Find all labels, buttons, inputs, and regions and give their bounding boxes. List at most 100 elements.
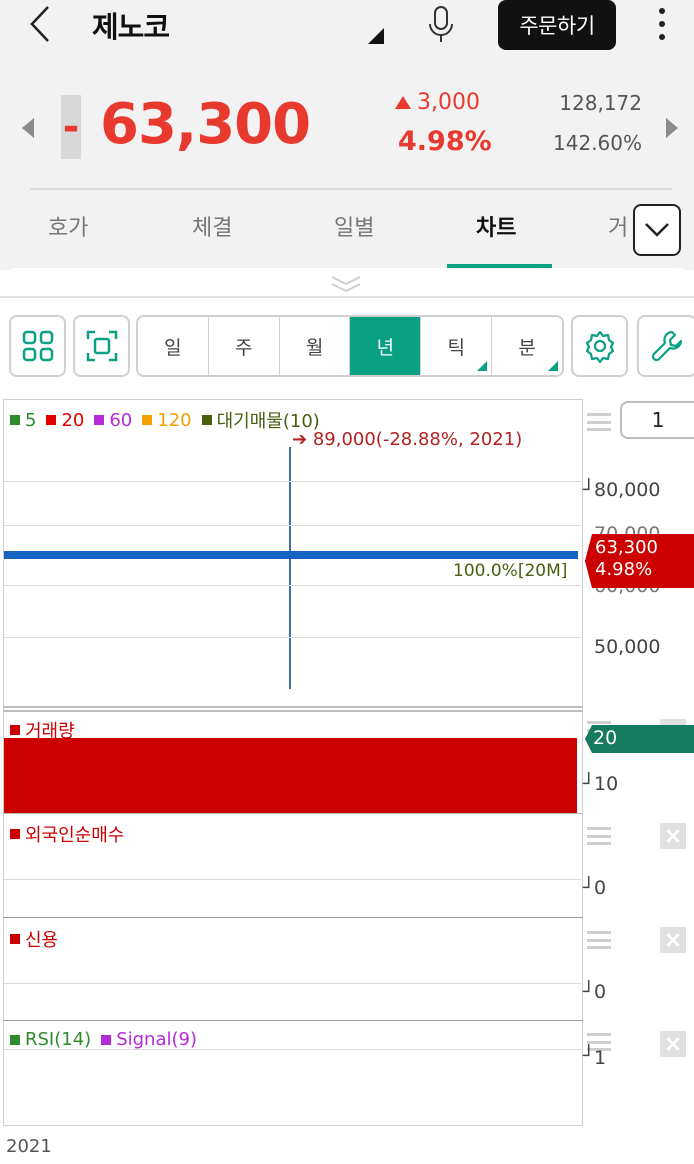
y-tick-80000: ┘ [583,479,595,501]
period-week[interactable]: 주 [208,317,280,375]
prev-stock-arrow-icon[interactable] [22,118,34,138]
collapse-handle-icon[interactable] [330,274,362,294]
foreign-tick-mark: ┘ [583,877,595,899]
pane-separator[interactable] [3,706,583,712]
current-price-tag-text: 63,300 4.98% [595,537,658,581]
price-change-percent: 4.98% [398,126,492,157]
pane-separator [3,813,583,814]
back-button[interactable] [22,4,58,44]
foreign-pane-menu-icon[interactable] [587,827,611,845]
x-axis-label: 2021 [6,1136,52,1157]
tab-expand-button[interactable] [633,204,681,256]
period-day-label: 일 [164,336,182,359]
arrow-right-icon: ➔ [292,429,308,450]
price-pane-menu-icon[interactable] [587,413,611,431]
order-button[interactable]: 주문하기 [498,0,616,50]
legend-ma5: 5 [10,410,36,431]
period-week-label: 주 [235,336,253,359]
chevron-left-icon [30,6,49,42]
chart-count-box[interactable]: 1 [620,401,694,439]
tab-hoga[interactable]: 호가 [48,210,88,242]
period-day[interactable]: 일 [138,317,209,375]
chart-tools-button[interactable] [637,315,694,377]
period-tick-label: 틱 [447,336,465,359]
app-root: 제노코 주문하기 - 63,300 3,000 4.98% 128,172 14… [0,0,694,1164]
legend-credit: 신용 [10,926,58,952]
legend-ma60-label: 60 [109,409,133,431]
legend-ma20: 20 [46,410,84,431]
period-month-label: 월 [305,336,324,359]
tab-chart[interactable]: 차트 [476,210,516,242]
legend-ma20-label: 20 [61,409,85,431]
current-price-tag-pct: 4.98% [595,559,653,580]
period-selector: 일 주 월 년 틱 분 [136,315,564,377]
period-year[interactable]: 년 [350,317,422,375]
wrench-icon [651,330,683,362]
mic-button[interactable] [424,4,458,44]
rsi-tick-mark: ┘ [583,1045,595,1067]
price-change: 3,000 [395,90,480,115]
current-price: 63,300 [100,92,311,157]
high-price-annotation: ➔ 89,000(-28.88%, 2021) [292,429,522,450]
stock-name[interactable]: 제노코 [92,4,170,46]
gridline [4,879,581,880]
legend-signal-label: Signal(9) [116,1029,197,1050]
next-stock-arrow-icon[interactable] [666,118,678,138]
fullscreen-icon [86,330,117,362]
volume-bar [4,738,577,813]
layout-grid-button[interactable] [9,315,66,377]
chart-area[interactable]: 5 20 60 120 대기매물(10) 1 ➔ 89,000(-28.88%,… [0,399,694,1157]
period-month[interactable]: 월 [279,317,351,375]
settings-gear-icon [585,330,614,363]
legend-rsi-label: RSI(14) [25,1029,92,1050]
gridline [4,637,581,638]
chart-settings-button[interactable] [571,315,628,377]
volume-tick-label: 10 [594,773,619,795]
price-sign: - [61,95,81,159]
price-legend: 5 20 60 120 대기매물(10) [10,407,330,433]
tab-trades[interactable]: 체결 [192,210,232,242]
credit-pane-close-icon[interactable]: × [660,927,686,953]
legend-ma5-label: 5 [25,409,37,431]
pane-separator [3,1020,583,1021]
grid-icon [22,330,53,362]
chevron-down-icon [645,223,669,237]
foreign-pane-close-icon[interactable]: × [660,823,686,849]
foreign-legend: 외국인순매수 [10,821,134,847]
y-tick-label: 50,000 [594,636,661,658]
stock-dropdown-icon[interactable] [368,28,384,44]
gridline [4,983,581,984]
price-change-value: 3,000 [417,90,480,115]
tab-daily[interactable]: 일별 [334,210,374,242]
legend-ma120-label: 120 [157,409,192,431]
pane-separator [3,917,583,918]
legend-credit-label: 신용 [25,930,59,951]
legend-ma60: 60 [94,410,132,431]
period-minute[interactable]: 분 [492,317,562,375]
supply-bar-label: 100.0%[20M] [453,561,568,581]
legend-ma120: 120 [142,409,192,431]
rsi-legend: RSI(14) Signal(9) [10,1029,207,1050]
header-divider [30,188,672,190]
stock-header: 제노코 주문하기 - 63,300 3,000 4.98% 128,172 14… [0,0,694,270]
credit-legend: 신용 [10,926,68,952]
tab-next[interactable]: 거 [608,210,632,242]
credit-pane-menu-icon[interactable] [587,931,611,949]
rsi-pane-close-icon[interactable]: × [660,1031,686,1057]
legend-foreign-label: 외국인순매수 [25,825,125,846]
period-minute-label: 분 [518,336,536,359]
period-tick[interactable]: 틱 [421,317,493,375]
credit-tick-label: 0 [594,981,607,1003]
fullscreen-button[interactable] [73,315,130,377]
price-line [4,551,578,559]
volume-tick-mark: ┘ [583,773,595,795]
legend-foreign: 외국인순매수 [10,821,124,847]
current-price-tag-value: 63,300 [595,537,658,558]
y-tick-label: 80,000 [594,479,661,501]
more-vertical-icon [659,7,665,14]
submenu-corner-icon [547,361,558,371]
volume-tag-value: 20 [593,727,618,749]
credit-tick-mark: ┘ [583,981,595,1003]
more-options-button[interactable] [648,4,676,44]
high-price-annotation-text: 89,000(-28.88%, 2021) [312,429,523,450]
